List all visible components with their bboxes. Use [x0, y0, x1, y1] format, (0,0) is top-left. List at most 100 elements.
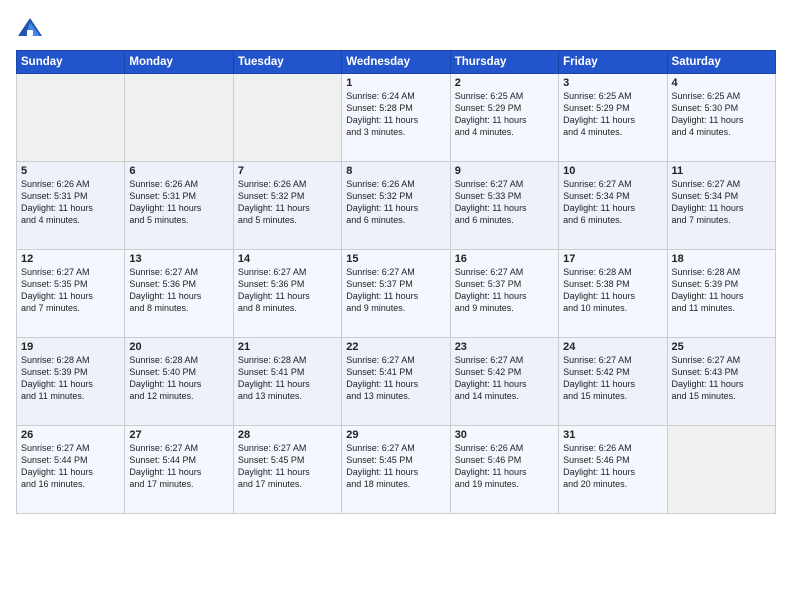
day-number: 13 — [129, 253, 228, 265]
day-content: Sunrise: 6:27 AMSunset: 5:44 PMDaylight:… — [129, 442, 228, 491]
day-number: 20 — [129, 341, 228, 353]
day-number: 12 — [21, 253, 120, 265]
day-number: 4 — [672, 77, 771, 89]
day-number: 3 — [563, 77, 662, 89]
empty-cell — [17, 74, 125, 162]
day-content: Sunrise: 6:28 AMSunset: 5:41 PMDaylight:… — [238, 354, 337, 403]
logo-icon — [16, 14, 44, 42]
day-number: 18 — [672, 253, 771, 265]
day-number: 21 — [238, 341, 337, 353]
weekday-saturday: Saturday — [667, 51, 775, 74]
day-content: Sunrise: 6:27 AMSunset: 5:37 PMDaylight:… — [455, 266, 554, 315]
day-number: 29 — [346, 429, 445, 441]
day-cell-29: 29Sunrise: 6:27 AMSunset: 5:45 PMDayligh… — [342, 426, 450, 514]
day-number: 27 — [129, 429, 228, 441]
day-cell-3: 3Sunrise: 6:25 AMSunset: 5:29 PMDaylight… — [559, 74, 667, 162]
day-cell-17: 17Sunrise: 6:28 AMSunset: 5:38 PMDayligh… — [559, 250, 667, 338]
weekday-sunday: Sunday — [17, 51, 125, 74]
day-number: 11 — [672, 165, 771, 177]
day-content: Sunrise: 6:27 AMSunset: 5:34 PMDaylight:… — [563, 178, 662, 227]
day-cell-11: 11Sunrise: 6:27 AMSunset: 5:34 PMDayligh… — [667, 162, 775, 250]
day-cell-26: 26Sunrise: 6:27 AMSunset: 5:44 PMDayligh… — [17, 426, 125, 514]
weekday-wednesday: Wednesday — [342, 51, 450, 74]
day-content: Sunrise: 6:27 AMSunset: 5:33 PMDaylight:… — [455, 178, 554, 227]
day-content: Sunrise: 6:28 AMSunset: 5:40 PMDaylight:… — [129, 354, 228, 403]
page: SundayMondayTuesdayWednesdayThursdayFrid… — [0, 0, 792, 612]
week-row-1: 1Sunrise: 6:24 AMSunset: 5:28 PMDaylight… — [17, 74, 776, 162]
week-row-2: 5 Sunrise: 6:26 AMSunset: 5:31 PMDaylight… — [17, 162, 776, 250]
day-content: Sunrise: 6:27 AMSunset: 5:35 PMDaylight:… — [21, 266, 120, 315]
day-cell-31: 31Sunrise: 6:26 AMSunset: 5:46 PMDayligh… — [559, 426, 667, 514]
day-number: 19 — [21, 341, 120, 353]
weekday-thursday: Thursday — [450, 51, 558, 74]
day-number: 7 — [238, 165, 337, 177]
day-content: Sunrise: 6:27 AMSunset: 5:34 PMDaylight:… — [672, 178, 771, 227]
day-content: Sunrise: 6:26 AMSunset: 5:32 PMDaylight:… — [238, 178, 337, 227]
day-cell-20: 20Sunrise: 6:28 AMSunset: 5:40 PMDayligh… — [125, 338, 233, 426]
day-number: 24 — [563, 341, 662, 353]
day-content: Sunrise: 6:27 AMSunset: 5:42 PMDaylight:… — [563, 354, 662, 403]
day-cell-30: 30Sunrise: 6:26 AMSunset: 5:46 PMDayligh… — [450, 426, 558, 514]
day-content: Sunrise: 6:26 AMSunset: 5:46 PMDaylight:… — [455, 442, 554, 491]
day-number: 15 — [346, 253, 445, 265]
day-number: 30 — [455, 429, 554, 441]
day-cell-28: 28Sunrise: 6:27 AMSunset: 5:45 PMDayligh… — [233, 426, 341, 514]
empty-cell — [125, 74, 233, 162]
day-cell-22: 22Sunrise: 6:27 AMSunset: 5:41 PMDayligh… — [342, 338, 450, 426]
day-content: Sunrise: 6:27 AMSunset: 5:36 PMDaylight:… — [129, 266, 228, 315]
day-cell-18: 18Sunrise: 6:28 AMSunset: 5:39 PMDayligh… — [667, 250, 775, 338]
day-content: Sunrise: 6:26 AMSunset: 5:31 PMDaylight:… — [129, 178, 228, 227]
day-cell-12: 12Sunrise: 6:27 AMSunset: 5:35 PMDayligh… — [17, 250, 125, 338]
day-content: Sunrise: 6:24 AMSunset: 5:28 PMDaylight:… — [346, 90, 445, 139]
day-content: Sunrise: 6:26 AMSunset: 5:32 PMDaylight:… — [346, 178, 445, 227]
day-content: Sunrise: 6:27 AMSunset: 5:44 PMDaylight:… — [21, 442, 120, 491]
day-number: 2 — [455, 77, 554, 89]
day-number: 6 — [129, 165, 228, 177]
day-number: 14 — [238, 253, 337, 265]
week-row-5: 26Sunrise: 6:27 AMSunset: 5:44 PMDayligh… — [17, 426, 776, 514]
weekday-friday: Friday — [559, 51, 667, 74]
day-content: Sunrise: 6:28 AMSunset: 5:38 PMDaylight:… — [563, 266, 662, 315]
calendar-table: SundayMondayTuesdayWednesdayThursdayFrid… — [16, 50, 776, 514]
day-cell-7: 7Sunrise: 6:26 AMSunset: 5:32 PMDaylight… — [233, 162, 341, 250]
day-content: Sunrise: 6:26 AMSunset: 5:46 PMDaylight:… — [563, 442, 662, 491]
day-number: 26 — [21, 429, 120, 441]
day-number: 22 — [346, 341, 445, 353]
day-number: 8 — [346, 165, 445, 177]
day-cell-6: 6Sunrise: 6:26 AMSunset: 5:31 PMDaylight… — [125, 162, 233, 250]
day-number: 23 — [455, 341, 554, 353]
day-number: 28 — [238, 429, 337, 441]
weekday-header-row: SundayMondayTuesdayWednesdayThursdayFrid… — [17, 51, 776, 74]
header — [16, 10, 776, 42]
day-cell-21: 21Sunrise: 6:28 AMSunset: 5:41 PMDayligh… — [233, 338, 341, 426]
day-number: 10 — [563, 165, 662, 177]
day-content: Sunrise: 6:28 AMSunset: 5:39 PMDaylight:… — [21, 354, 120, 403]
day-cell-24: 24Sunrise: 6:27 AMSunset: 5:42 PMDayligh… — [559, 338, 667, 426]
week-row-4: 19Sunrise: 6:28 AMSunset: 5:39 PMDayligh… — [17, 338, 776, 426]
day-content: Sunrise: 6:27 AMSunset: 5:45 PMDaylight:… — [238, 442, 337, 491]
day-content: Sunrise: 6:27 AMSunset: 5:37 PMDaylight:… — [346, 266, 445, 315]
day-cell-19: 19Sunrise: 6:28 AMSunset: 5:39 PMDayligh… — [17, 338, 125, 426]
day-cell-25: 25Sunrise: 6:27 AMSunset: 5:43 PMDayligh… — [667, 338, 775, 426]
day-number: 31 — [563, 429, 662, 441]
day-number: 9 — [455, 165, 554, 177]
day-cell-23: 23Sunrise: 6:27 AMSunset: 5:42 PMDayligh… — [450, 338, 558, 426]
day-content: Sunrise: 6:27 AMSunset: 5:45 PMDaylight:… — [346, 442, 445, 491]
day-content: Sunrise: 6:25 AMSunset: 5:30 PMDaylight:… — [672, 90, 771, 139]
day-cell-27: 27Sunrise: 6:27 AMSunset: 5:44 PMDayligh… — [125, 426, 233, 514]
day-cell-10: 10Sunrise: 6:27 AMSunset: 5:34 PMDayligh… — [559, 162, 667, 250]
day-cell-1: 1Sunrise: 6:24 AMSunset: 5:28 PMDaylight… — [342, 74, 450, 162]
day-content: Sunrise: 6:27 AMSunset: 5:43 PMDaylight:… — [672, 354, 771, 403]
day-cell-16: 16Sunrise: 6:27 AMSunset: 5:37 PMDayligh… — [450, 250, 558, 338]
day-cell-15: 15Sunrise: 6:27 AMSunset: 5:37 PMDayligh… — [342, 250, 450, 338]
day-cell-4: 4Sunrise: 6:25 AMSunset: 5:30 PMDaylight… — [667, 74, 775, 162]
day-number: 5 — [21, 165, 120, 177]
day-cell-13: 13Sunrise: 6:27 AMSunset: 5:36 PMDayligh… — [125, 250, 233, 338]
day-number: 17 — [563, 253, 662, 265]
day-cell-2: 2Sunrise: 6:25 AMSunset: 5:29 PMDaylight… — [450, 74, 558, 162]
day-number: 16 — [455, 253, 554, 265]
day-content: Sunrise: 6:27 AMSunset: 5:36 PMDaylight:… — [238, 266, 337, 315]
week-row-3: 12Sunrise: 6:27 AMSunset: 5:35 PMDayligh… — [17, 250, 776, 338]
day-content: Sunrise: 6:27 AMSunset: 5:41 PMDaylight:… — [346, 354, 445, 403]
day-content: Sunrise: 6:25 AMSunset: 5:29 PMDaylight:… — [455, 90, 554, 139]
